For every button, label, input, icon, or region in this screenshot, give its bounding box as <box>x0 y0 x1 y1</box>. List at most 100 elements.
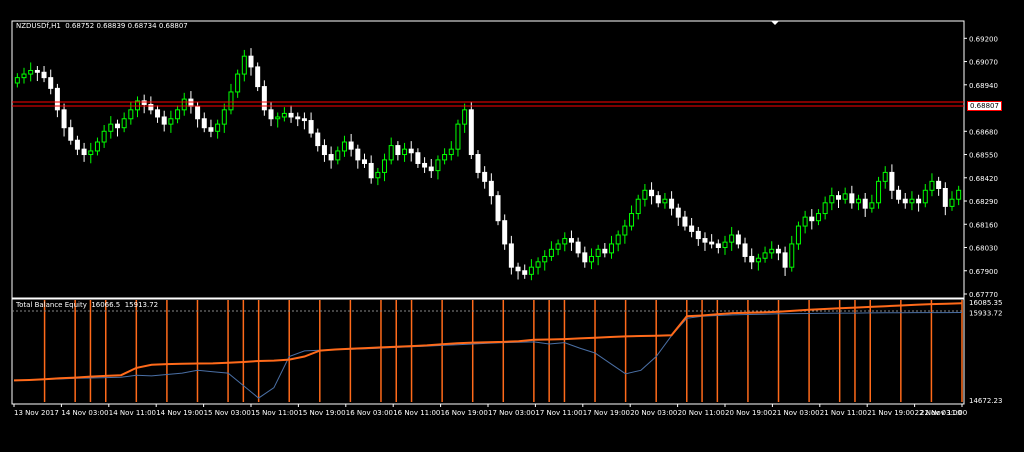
candle-body <box>428 166 434 172</box>
candle-body <box>762 252 768 259</box>
candle-body <box>395 145 401 156</box>
price-tick-label: 0.69200 <box>969 35 998 43</box>
candle-body <box>215 123 221 132</box>
candle-body <box>195 105 201 120</box>
candle-body <box>34 69 40 73</box>
candle-body <box>749 255 755 263</box>
candle-body <box>255 66 261 88</box>
candle-body <box>856 198 862 204</box>
trading-chart: 0.69200 0.69070 0.68940 0.68680 0.68550 0.684… <box>11 20 1002 417</box>
candle-body <box>508 243 514 268</box>
candle-body <box>275 116 281 120</box>
price-tick-label: 0.69070 <box>969 59 998 67</box>
price-tick-label: 0.67770 <box>969 291 998 299</box>
candle-body <box>295 116 301 120</box>
time-tick-label: 17 Nov 11:00 <box>535 409 582 417</box>
candle-body <box>348 141 354 150</box>
candle-body <box>889 171 895 191</box>
candle-body <box>402 148 408 156</box>
candle-body <box>535 261 541 268</box>
candle-body <box>642 189 648 200</box>
candle-body <box>842 193 848 200</box>
candle-body <box>729 234 735 243</box>
price-tick-label: 0.68940 <box>969 82 998 90</box>
candle-body <box>341 141 347 152</box>
candle-body <box>54 87 60 111</box>
candle-body <box>562 238 568 245</box>
candle-body <box>602 248 608 254</box>
candle-body <box>622 225 628 236</box>
time-tick-label: 14 Nov 11:00 <box>109 409 156 417</box>
candle-body <box>528 266 534 275</box>
equity-tick-label: 16085.35 <box>969 299 1002 307</box>
candle-body <box>815 213 821 222</box>
candle-body <box>61 109 67 129</box>
candle-body <box>782 252 788 268</box>
candle-body <box>922 189 928 204</box>
candle-body <box>929 180 935 191</box>
time-tick-label: 16 Nov 11:00 <box>393 409 440 417</box>
candle-body <box>669 198 675 209</box>
time-tick-label: 20 Nov 11:00 <box>678 409 725 417</box>
time-tick-label: 14 Nov 19:00 <box>156 409 203 417</box>
price-tick-label: 0.68290 <box>969 198 998 206</box>
candle-body <box>68 127 74 141</box>
candle-body <box>88 150 94 156</box>
candle-body <box>128 109 134 120</box>
candle-body <box>829 195 835 204</box>
candle-body <box>435 159 441 172</box>
candle-body <box>735 234 741 245</box>
candle-body <box>355 148 361 161</box>
indicator-name: Total Balance Equity <box>16 301 87 309</box>
close-value: 0.68807 <box>158 22 188 30</box>
time-tick-label: 17 Nov 03:00 <box>488 409 535 417</box>
candle-body <box>228 91 234 111</box>
candle-body <box>896 189 902 200</box>
time-tick-label: 15 Nov 11:00 <box>251 409 298 417</box>
candle-body <box>248 55 254 68</box>
time-tick-label: 21 Nov 03:00 <box>772 409 819 417</box>
candle-body <box>442 154 448 161</box>
candle-body <box>321 145 327 156</box>
indicator-value-1: 16066.5 <box>91 301 121 309</box>
time-tick-label: 15 Nov 19:00 <box>298 409 345 417</box>
candle-body <box>108 123 114 132</box>
candle-body <box>775 248 781 254</box>
candle-body <box>675 207 681 218</box>
candle-body <box>21 73 27 79</box>
candle-body <box>542 255 548 263</box>
candle-body <box>14 77 20 84</box>
candle-body <box>709 241 715 245</box>
price-tick-label: 0.67900 <box>969 268 998 276</box>
candle-body <box>609 243 615 254</box>
candle-body <box>155 109 161 118</box>
candle-body <box>48 77 54 89</box>
candle-body <box>595 248 601 257</box>
candle-body <box>462 109 468 125</box>
candle-body <box>361 159 367 164</box>
candle-body <box>956 189 962 200</box>
equity-line <box>13 312 963 399</box>
balance-line <box>13 302 963 382</box>
candle-body <box>575 241 581 254</box>
time-tick-label: 22 Nov 11:00 <box>920 409 967 417</box>
candle-body <box>448 148 454 156</box>
time-tick-label: 17 Nov 19:00 <box>583 409 630 417</box>
candle-body <box>755 257 761 263</box>
equity-tick-label: 15933.72 <box>969 310 1002 318</box>
time-tick-label: 16 Nov 03:00 <box>346 409 393 417</box>
candle-body <box>682 216 688 227</box>
price-tick-label: 0.68160 <box>969 221 998 229</box>
candle-body <box>28 69 34 75</box>
candle-body <box>568 238 574 243</box>
candle-body <box>936 180 942 190</box>
candle-body <box>375 171 381 179</box>
candle-body <box>715 243 721 249</box>
candle-body <box>615 234 621 245</box>
time-tick-label: 15 Nov 03:00 <box>204 409 251 417</box>
price-tick-label: 0.68680 <box>969 128 998 136</box>
candle-body <box>382 159 388 173</box>
time-tick-label: 20 Nov 19:00 <box>725 409 772 417</box>
candle-body <box>74 139 80 150</box>
scroll-marker-icon[interactable] <box>771 21 779 25</box>
